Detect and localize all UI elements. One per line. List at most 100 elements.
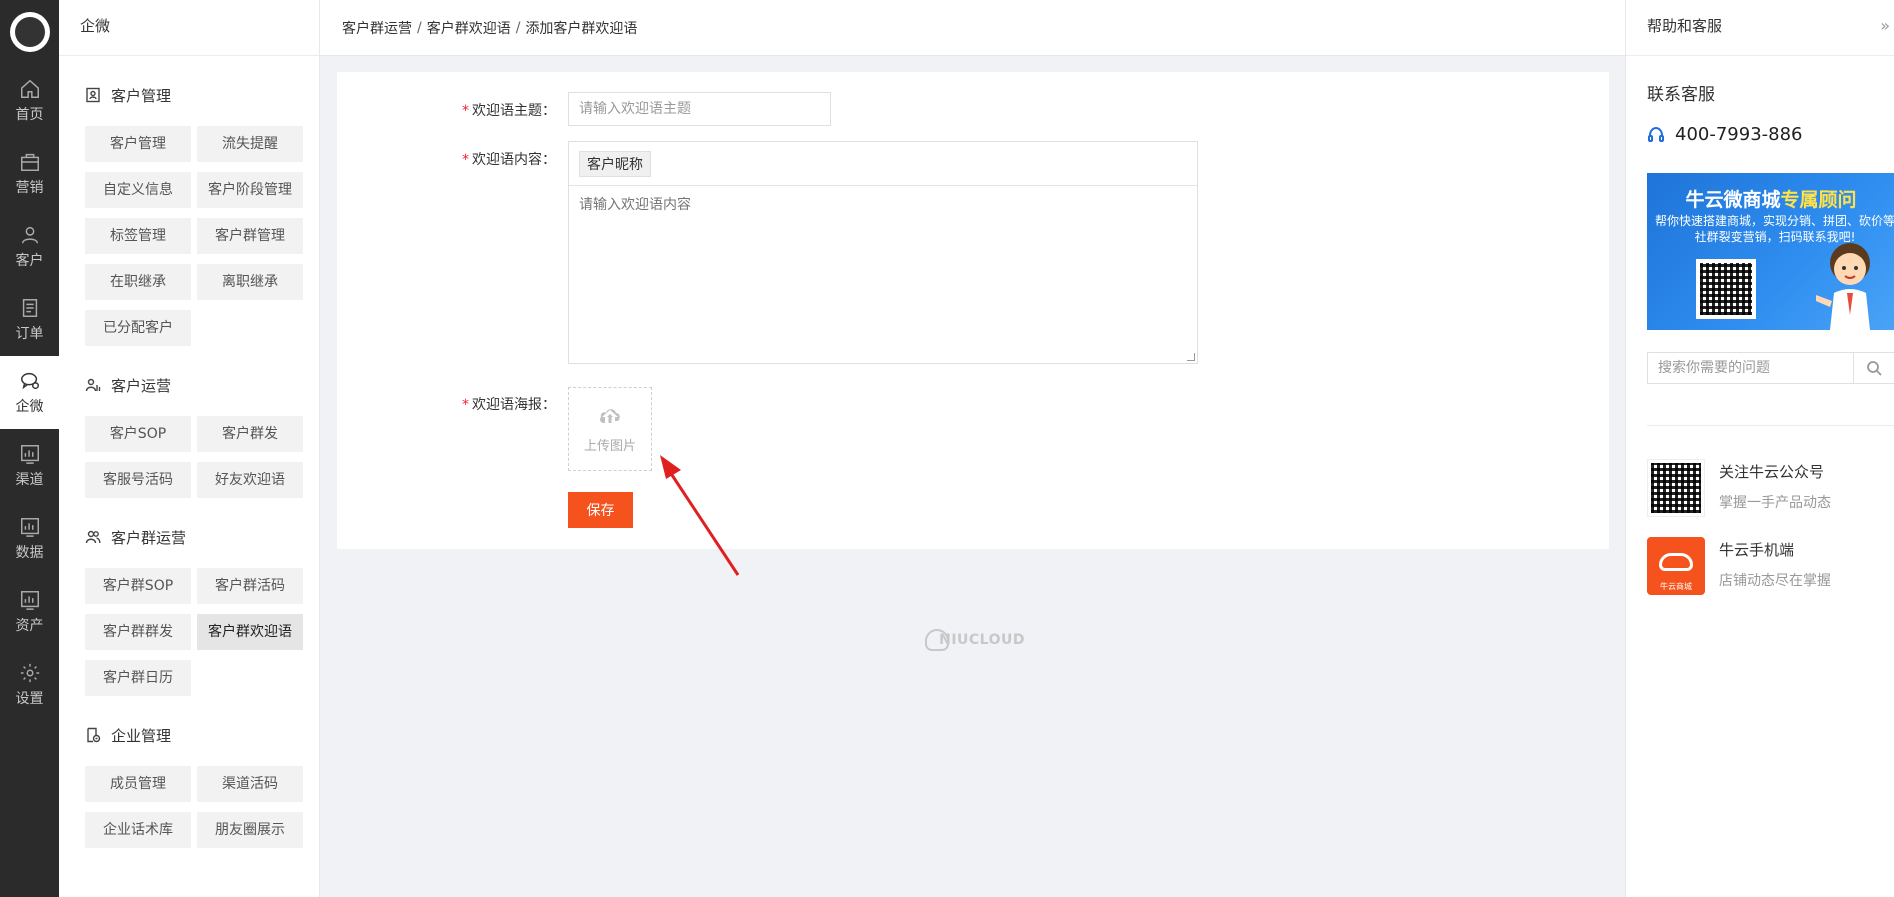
users-icon — [85, 530, 101, 544]
follow-title: 牛云手机端 — [1719, 541, 1795, 559]
form-label: * 欢迎语主题： — [462, 103, 556, 119]
order-icon — [22, 298, 37, 317]
breadcrumb-item[interactable]: 客户群运营 — [342, 18, 412, 38]
required-mark: * — [462, 152, 469, 168]
rail-label: 首页 — [15, 106, 44, 123]
sidebar-item[interactable]: 标签管理 — [85, 218, 191, 254]
banner-qr-code — [1696, 259, 1756, 319]
form-label: * 欢迎语海报： — [462, 397, 556, 413]
sidebar-item[interactable]: 客户管理 — [85, 126, 191, 162]
rail-label: 渠道 — [15, 471, 44, 488]
advisor-banner[interactable]: 牛云微商城专属顾问 帮你快速搭建商城，实现分销、拼团、砍价等社群裂变营销，扫码联… — [1647, 173, 1894, 330]
sidebar-item[interactable]: 客户群群发 — [85, 614, 191, 650]
group-title: 客户运营 — [85, 370, 319, 400]
resize-handle[interactable] — [1187, 353, 1195, 361]
rail-item-wecom[interactable]: 企微 — [0, 356, 59, 429]
sidebar-item[interactable]: 朋友圈展示 — [197, 812, 303, 848]
sidebar-title: 企微 — [59, 0, 319, 56]
enterprise-doc-icon — [87, 727, 101, 743]
poster-label-row: * 欢迎语海报： — [438, 394, 568, 414]
required-mark: * — [462, 397, 469, 413]
rail-item-home[interactable]: 首页 — [0, 64, 59, 137]
breadcrumb-separator: / — [515, 19, 521, 36]
sidebar-item[interactable]: 企业话术库 — [85, 812, 191, 848]
sidebar-item[interactable]: 客户群活码 — [197, 568, 303, 604]
rail-item-assets[interactable]: 资产 — [0, 575, 59, 648]
sidebar-item[interactable]: 客户群发 — [197, 416, 303, 452]
main-nav-rail: 首页 营销 客户 订单 企微 渠道 数据 资产 设置 — [0, 0, 59, 897]
sidebar-item[interactable]: 成员管理 — [85, 766, 191, 802]
sidebar-item[interactable]: 客户阶段管理 — [197, 172, 303, 208]
sidebar-item[interactable]: 流失提醒 — [197, 126, 303, 162]
official-account-qr — [1647, 459, 1705, 517]
required-mark: * — [462, 103, 469, 119]
welcome-title-input[interactable]: 请输入欢迎语主题 — [568, 92, 831, 126]
headset-icon — [1648, 126, 1664, 142]
divider — [1647, 425, 1894, 426]
upload-label: 上传图片 — [583, 438, 636, 454]
sidebar-item[interactable]: 客户群管理 — [197, 218, 303, 254]
app-logo[interactable] — [0, 0, 59, 64]
rail-label: 企微 — [15, 398, 44, 415]
banner-title: 牛云微商城专属顾问 — [1685, 189, 1857, 211]
poster-upload[interactable]: 上传图片 — [568, 387, 652, 471]
sidebar-item-active[interactable]: 客户群欢迎语 — [197, 614, 303, 650]
help-panel-header: 帮助和客服 » — [1626, 0, 1894, 56]
sidebar-item[interactable]: 客户SOP — [85, 416, 191, 452]
annotation-arrow-icon — [660, 455, 740, 576]
rail-label: 设置 — [15, 690, 44, 707]
sidebar-item[interactable]: 自定义信息 — [85, 172, 191, 208]
rail-item-marketing[interactable]: 营销 — [0, 137, 59, 210]
welcome-content-textarea[interactable] — [569, 186, 1197, 362]
rail-label: 数据 — [15, 544, 44, 561]
group-title: 客户管理 — [85, 80, 319, 110]
breadcrumb-current: 添加客户群欢迎语 — [525, 20, 638, 37]
hotline: 400-7993-886 — [1647, 124, 1803, 145]
breadcrumb-item[interactable]: 客户群欢迎语 — [427, 18, 511, 38]
rail-item-data[interactable]: 数据 — [0, 502, 59, 575]
logo-icon — [9, 12, 50, 52]
cloud-upload-icon — [600, 408, 620, 423]
help-search: 搜索你需要的问题 — [1647, 352, 1894, 384]
rail-label: 客户 — [15, 252, 44, 269]
mobile-app-icon: 牛云商城 — [1647, 537, 1705, 595]
rail-item-channel[interactable]: 渠道 — [0, 429, 59, 502]
group-customer-operations: 客户运营 客户SOP 客户群发 客服号活码 好友欢迎语 — [59, 370, 319, 498]
sidebar-item[interactable]: 渠道活码 — [197, 766, 303, 802]
sidebar-item[interactable]: 已分配客户 — [85, 310, 191, 346]
follow-desc: 掌握一手产品动态 — [1719, 495, 1831, 511]
sidebar-item[interactable]: 好友欢迎语 — [197, 462, 303, 498]
rail-item-customer[interactable]: 客户 — [0, 210, 59, 283]
person-stats-icon — [85, 378, 101, 392]
collapse-icon[interactable]: » — [1880, 0, 1890, 52]
advisor-illustration-icon — [1816, 243, 1870, 330]
sidebar-item[interactable]: 客服号活码 — [85, 462, 191, 498]
rail-label: 订单 — [15, 325, 44, 342]
sidebar-item[interactable]: 在职继承 — [85, 264, 191, 300]
follow-desc: 店铺动态尽在掌握 — [1719, 573, 1831, 589]
form-card: *欢迎语主题： 请输入欢迎语主题 *欢迎语内容： 客户昵称 *欢迎语海报： 上传… — [337, 72, 1609, 549]
follow-official-account[interactable]: 关注牛云公众号 掌握一手产品动态 — [1647, 459, 1831, 517]
contact-title: 联系客服 — [1647, 85, 1715, 105]
rail-item-settings[interactable]: 设置 — [0, 648, 59, 721]
sidebar-item[interactable]: 客户群日历 — [85, 660, 191, 696]
save-button[interactable]: 保存 — [568, 492, 633, 528]
chat-icon — [20, 372, 39, 389]
rail-item-order[interactable]: 订单 — [0, 283, 59, 356]
user-icon — [21, 226, 38, 243]
breadcrumb: 客户群运营 / 客户群欢迎语 / 添加客户群欢迎语 — [320, 0, 1625, 56]
welcome-content-editor: 客户昵称 — [568, 141, 1198, 364]
chart-icon — [20, 444, 39, 464]
editor-toolbar: 客户昵称 — [569, 142, 1197, 186]
mobile-app-entry[interactable]: 牛云商城 牛云手机端 店铺动态尽在掌握 — [1647, 537, 1831, 595]
content-label-row: * 欢迎语内容： — [438, 149, 568, 169]
insert-nickname-button[interactable]: 客户昵称 — [579, 150, 651, 177]
help-search-input[interactable]: 搜索你需要的问题 — [1648, 353, 1854, 383]
help-search-button[interactable] — [1854, 353, 1894, 383]
home-icon — [20, 79, 39, 98]
form-label: * 欢迎语内容： — [462, 152, 556, 168]
breadcrumb-separator: / — [417, 19, 422, 36]
sidebar-item[interactable]: 离职继承 — [197, 264, 303, 300]
sidebar-item[interactable]: 客户群SOP — [85, 568, 191, 604]
group-title: 企业管理 — [85, 720, 319, 750]
